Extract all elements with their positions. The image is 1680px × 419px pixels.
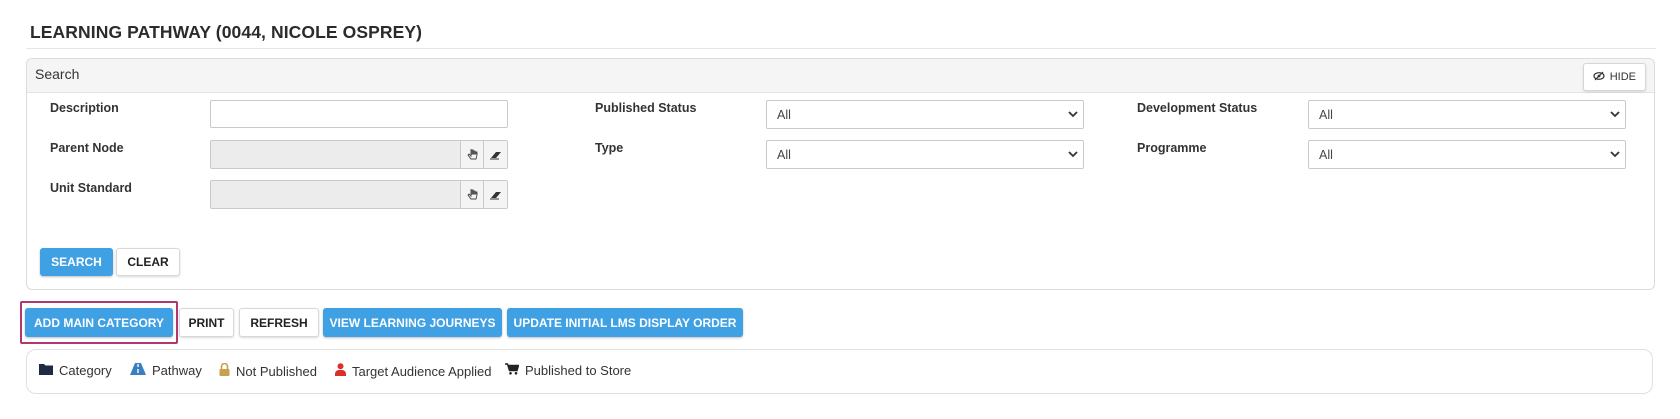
user-icon <box>335 363 346 379</box>
chevron-down-icon <box>1067 107 1079 124</box>
legend-item-category: Category <box>39 363 112 378</box>
legend-bar: Category Pathway Not Published Target Au… <box>26 349 1653 394</box>
eraser-icon[interactable] <box>483 141 507 168</box>
road-icon <box>130 363 146 378</box>
unit-standard-field[interactable] <box>210 180 508 209</box>
pointer-icon[interactable] <box>460 181 484 208</box>
search-panel: Search HIDE Description Parent Node Unit… <box>26 58 1655 290</box>
description-input[interactable] <box>210 100 508 128</box>
chevron-down-icon <box>1067 147 1079 164</box>
development-status-value: All <box>1319 108 1333 122</box>
folder-icon <box>39 363 53 378</box>
development-status-select[interactable]: All <box>1308 100 1626 129</box>
chevron-down-icon <box>1609 107 1621 124</box>
unit-standard-label: Unit Standard <box>50 181 132 195</box>
add-main-category-button[interactable]: ADD MAIN CATEGORY <box>25 308 173 337</box>
pointer-icon[interactable] <box>460 141 484 168</box>
programme-value: All <box>1319 148 1333 162</box>
legend-item-published-to-store: Published to Store <box>505 363 631 378</box>
description-label: Description <box>50 101 119 115</box>
programme-label: Programme <box>1137 141 1207 155</box>
programme-select[interactable]: All <box>1308 140 1626 169</box>
published-status-select[interactable]: All <box>766 100 1084 129</box>
search-panel-title: Search <box>35 66 80 82</box>
published-status-value: All <box>777 108 791 122</box>
clear-button[interactable]: CLEAR <box>116 248 180 276</box>
legend-label: Not Published <box>236 363 317 379</box>
update-initial-lms-display-order-button[interactable]: UPDATE INITIAL LMS DISPLAY ORDER <box>507 308 743 337</box>
view-learning-journeys-button[interactable]: VIEW LEARNING JOURNEYS <box>323 308 502 337</box>
published-status-label: Published Status <box>595 101 697 115</box>
type-value: All <box>777 148 791 162</box>
print-button[interactable]: PRINT <box>179 308 234 337</box>
hide-button[interactable]: HIDE <box>1582 63 1646 91</box>
eraser-icon[interactable] <box>483 181 507 208</box>
chevron-down-icon <box>1609 147 1621 164</box>
legend-item-target-audience: Target Audience Applied <box>335 363 492 379</box>
parent-node-field[interactable] <box>210 140 508 169</box>
parent-node-label: Parent Node <box>50 141 124 155</box>
legend-label: Category <box>59 363 112 378</box>
development-status-label: Development Status <box>1137 101 1258 115</box>
title-divider <box>26 48 1656 49</box>
page-title: LEARNING PATHWAY (0044, NICOLE OSPREY) <box>30 22 423 42</box>
type-label: Type <box>595 141 624 155</box>
search-panel-header: Search HIDE <box>27 59 1654 93</box>
legend-label: Published to Store <box>525 363 632 378</box>
legend-item-pathway: Pathway <box>130 363 202 378</box>
hide-button-label: HIDE <box>1609 71 1636 83</box>
eye-slash-icon <box>1593 71 1605 84</box>
legend-label: Pathway <box>152 363 202 378</box>
legend-label: Target Audience Applied <box>352 363 492 379</box>
legend-item-not-published: Not Published <box>219 362 317 379</box>
search-button[interactable]: SEARCH <box>40 248 113 276</box>
lock-icon <box>219 362 230 379</box>
type-select[interactable]: All <box>766 140 1084 169</box>
refresh-button[interactable]: REFRESH <box>239 308 319 337</box>
cart-icon <box>505 363 520 378</box>
